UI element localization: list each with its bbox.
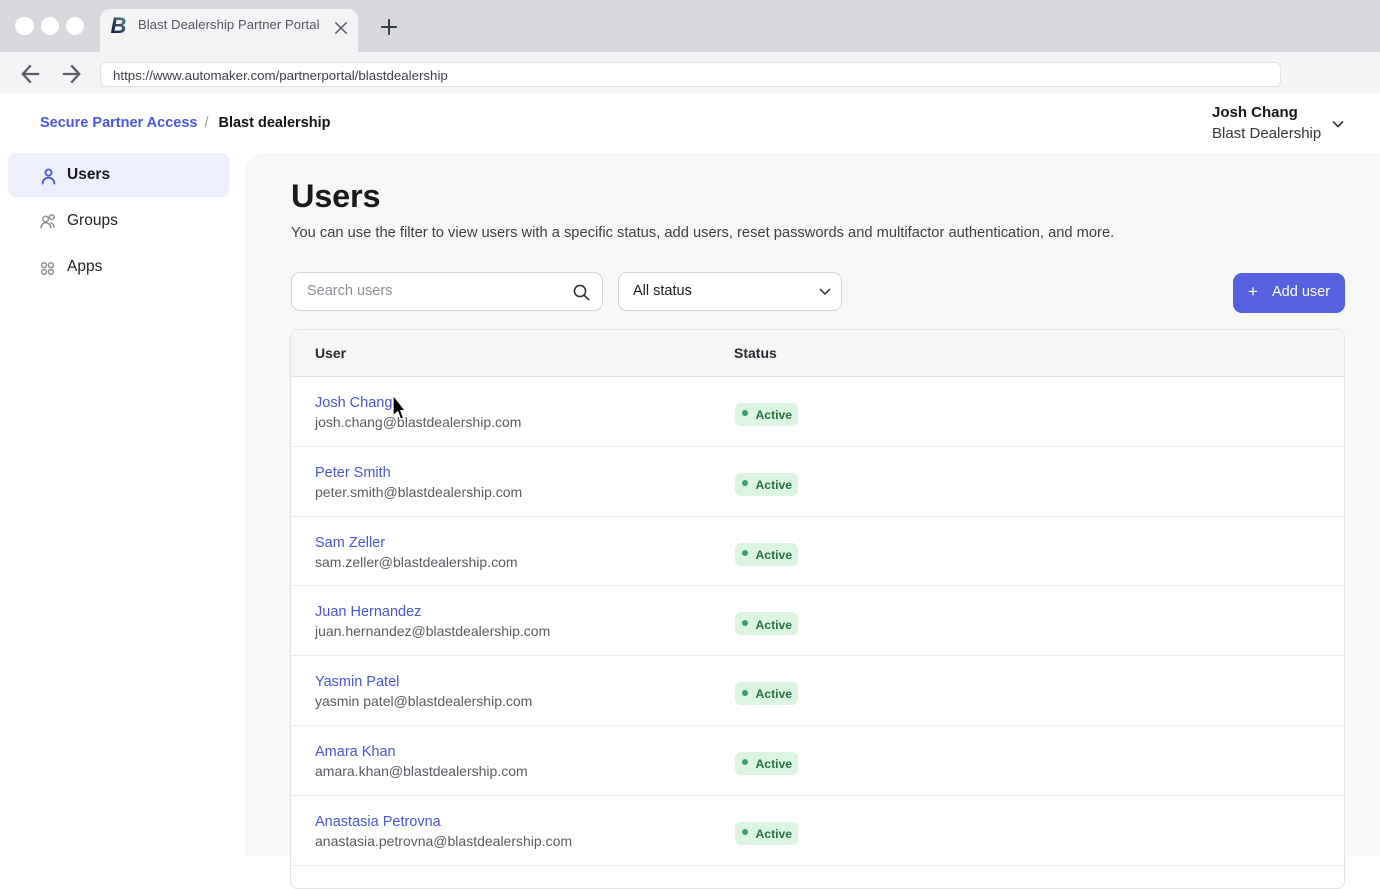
svg-text:B: B (111, 15, 127, 37)
